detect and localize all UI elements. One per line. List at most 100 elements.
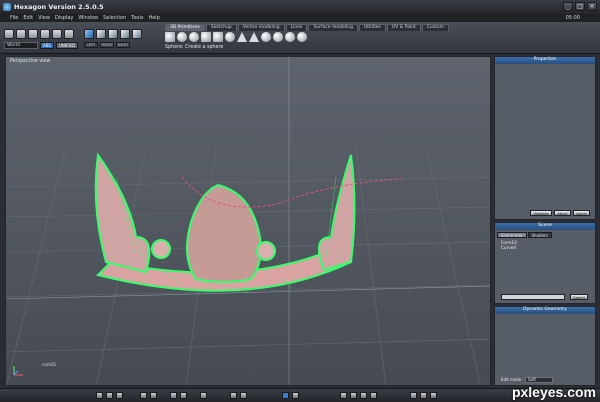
- abs-toggle[interactable]: ABS: [40, 42, 54, 49]
- snap-icon[interactable]: [150, 392, 157, 399]
- select-button[interactable]: Select: [570, 294, 588, 300]
- menu-view[interactable]: View: [38, 15, 50, 21]
- apply-button[interactable]: Apply: [573, 210, 590, 216]
- cylinder-primitive-icon[interactable]: [201, 32, 211, 42]
- scene-header: Scene: [495, 223, 595, 230]
- close-button[interactable]: ×: [587, 2, 597, 11]
- tab-sketchup[interactable]: Sketchup: [205, 24, 237, 31]
- material-icon[interactable]: [350, 392, 357, 399]
- tab-vertex-modeling[interactable]: Vertex modeling: [237, 24, 285, 31]
- properties-panel: Properties Validate Abort Apply: [494, 56, 596, 220]
- edit-mode-select[interactable]: Soft: [525, 377, 553, 383]
- light-icon[interactable]: [340, 392, 347, 399]
- coordinate-system-select[interactable]: World: [4, 42, 38, 49]
- orbit-icon[interactable]: [292, 392, 299, 399]
- wireframe-icon[interactable]: [170, 392, 177, 399]
- scene-panel: Scene Scene tree Shaders Form10 Curve4 S…: [494, 222, 596, 304]
- tab-lines[interactable]: Lines: [285, 24, 308, 31]
- tab-3d-primitives[interactable]: 3D Primitives: [165, 24, 205, 31]
- axis-gizmo-icon: [13, 366, 23, 376]
- move-icon[interactable]: [16, 29, 26, 39]
- window-title: Hexagon Version 2.5.0.5: [14, 3, 104, 11]
- layout-split-icon[interactable]: [106, 392, 113, 399]
- scale-icon[interactable]: [40, 29, 50, 39]
- watermark: pxleyes.com: [511, 384, 596, 400]
- plane-primitive-icon[interactable]: [213, 32, 223, 42]
- unified-toggle[interactable]: UNIFIED: [55, 42, 79, 49]
- maximize-button[interactable]: □: [575, 2, 585, 11]
- capsule-primitive-icon[interactable]: [273, 32, 283, 42]
- window-controls: _ □ ×: [563, 2, 597, 11]
- layout-single-icon[interactable]: [96, 392, 103, 399]
- viewport-canvas[interactable]: [6, 57, 491, 386]
- select-arrow-icon[interactable]: [4, 29, 14, 39]
- torus-primitive-icon[interactable]: [225, 32, 235, 42]
- tab-custom[interactable]: Custom: [421, 24, 450, 31]
- clock: 05:00: [565, 15, 580, 21]
- transform-tools: World ABS UNIFIED: [4, 29, 80, 53]
- layout-quad-icon[interactable]: [116, 392, 123, 399]
- geosphere-primitive-icon[interactable]: [189, 32, 199, 42]
- zoom-icon[interactable]: [230, 392, 237, 399]
- tool-paint-icon[interactable]: [420, 392, 427, 399]
- tool-hint: Sphere: Create a sphere: [165, 45, 224, 50]
- sphere-primitive-icon[interactable]: [177, 32, 187, 42]
- grid-toggle-icon[interactable]: [200, 392, 207, 399]
- menu-edit[interactable]: Edit: [23, 15, 33, 21]
- cube-right-icon[interactable]: [120, 29, 130, 39]
- validate-button[interactable]: Validate: [530, 210, 552, 216]
- perspective-viewport[interactable]: Perspective view cam01: [5, 56, 491, 386]
- abort-button[interactable]: Abort: [554, 210, 571, 216]
- tool-sculpt-icon[interactable]: [430, 392, 437, 399]
- menu-file[interactable]: File: [10, 15, 18, 21]
- lock-icon[interactable]: [64, 29, 74, 39]
- minimize-button[interactable]: _: [563, 2, 573, 11]
- teapot-primitive-icon[interactable]: [297, 32, 307, 42]
- tab-surface-modeling[interactable]: Surface modeling: [308, 24, 358, 31]
- view-front-button[interactable]: FRONT: [100, 42, 114, 48]
- menu-window[interactable]: Window: [78, 15, 98, 21]
- view-right-button[interactable]: RIGHT: [116, 42, 130, 48]
- camera-icon[interactable]: [140, 392, 147, 399]
- menu-selection[interactable]: Selection: [103, 15, 126, 21]
- tool-tabs: 3D Primitives Sketchup Vertex modeling L…: [165, 24, 450, 31]
- properties-header: Properties: [495, 57, 595, 64]
- pointer-icon[interactable]: [282, 392, 289, 399]
- render-icon[interactable]: [360, 392, 367, 399]
- title-bar: Hexagon Version 2.5.0.5 _ □ ×: [0, 0, 600, 14]
- sphere-view-icon[interactable]: [370, 392, 377, 399]
- edit-mode-label: Edit mode: [501, 377, 522, 382]
- pan-icon[interactable]: [240, 392, 247, 399]
- menu-help[interactable]: Help: [148, 15, 159, 21]
- tool-select-icon[interactable]: [410, 392, 417, 399]
- status-bar: [0, 388, 600, 402]
- app-icon: [3, 3, 11, 11]
- view-tools: LEFT FRONT RIGHT: [84, 29, 154, 53]
- tab-scene-tree[interactable]: Scene tree: [497, 232, 527, 238]
- cone-primitive-icon[interactable]: [237, 32, 247, 42]
- menu-bar: File Edit View Display Window Selection …: [0, 14, 600, 22]
- tab-utilities[interactable]: Utilities: [358, 24, 386, 31]
- rotate-icon[interactable]: [28, 29, 38, 39]
- tab-shaders[interactable]: Shaders: [527, 232, 552, 238]
- menu-tools[interactable]: Tools: [131, 15, 143, 21]
- menu-display[interactable]: Display: [55, 15, 73, 21]
- universal-manipulator-icon[interactable]: [52, 29, 62, 39]
- cube-view-icon[interactable]: [84, 29, 94, 39]
- primitive-shapes: [165, 31, 425, 43]
- shaded-icon[interactable]: [180, 392, 187, 399]
- tube-primitive-icon[interactable]: [285, 32, 295, 42]
- scene-tabs: Scene tree Shaders: [495, 230, 595, 240]
- cube-left-icon[interactable]: [96, 29, 106, 39]
- pyramid-primitive-icon[interactable]: [249, 32, 259, 42]
- camera-label: cam01: [42, 362, 57, 367]
- scene-item-curve[interactable]: Curve4: [495, 245, 595, 250]
- view-left-button[interactable]: LEFT: [84, 42, 98, 48]
- scene-search-field[interactable]: [501, 294, 565, 300]
- disk-primitive-icon[interactable]: [261, 32, 271, 42]
- tab-uv-paint[interactable]: UV & Paint: [386, 24, 421, 31]
- dynamic-geometry-header: Dynamic Geometry: [495, 307, 595, 314]
- cube-top-icon[interactable]: [132, 29, 142, 39]
- cube-primitive-icon[interactable]: [165, 32, 175, 42]
- cube-front-icon[interactable]: [108, 29, 118, 39]
